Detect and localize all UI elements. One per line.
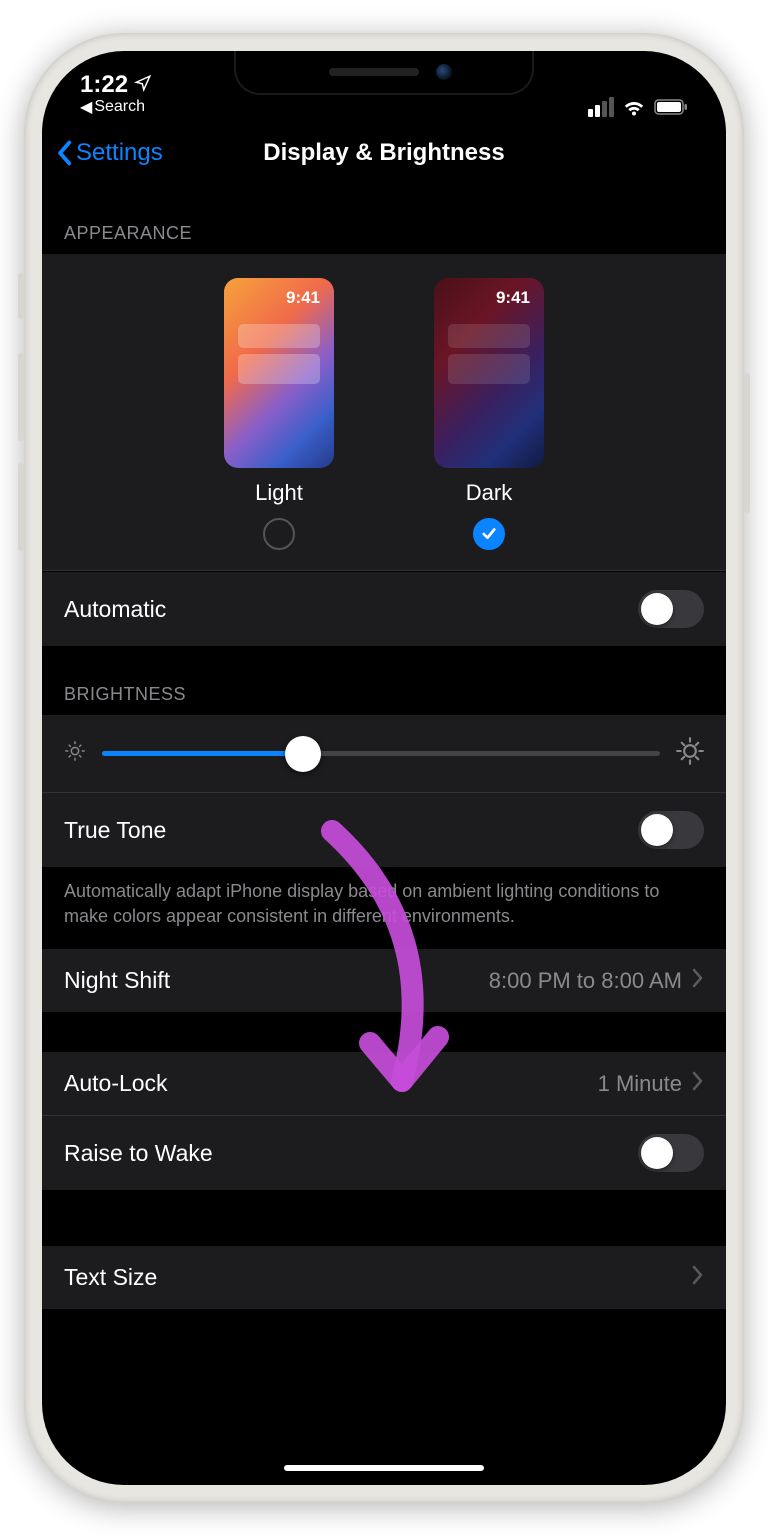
page-title: Display & Brightness [263,139,504,167]
raise-to-wake-row: Raise to Wake [42,1115,726,1190]
back-app-label: Search [94,98,145,116]
volume-down-button [18,463,24,551]
text-size-panel: Text Size [42,1246,726,1309]
nav-bar: Settings Display & Brightness [42,121,726,185]
chevron-right-icon [692,967,704,994]
true-tone-row: True Tone [42,792,726,867]
automatic-toggle[interactable] [638,590,704,628]
night-shift-value: 8:00 PM to 8:00 AM [489,968,682,994]
status-time: 1:22 [80,71,128,99]
light-preview: 9:41 [224,278,334,468]
back-to-app[interactable]: ◀ Search [80,97,145,117]
phone-frame: 1:22 ◀ Search [24,33,744,1503]
power-button [744,373,750,513]
auto-lock-value: 1 Minute [598,1071,682,1097]
appearance-row: 9:41 Light 9:41 Dark [42,254,726,571]
brightness-slider-row [42,715,726,792]
lock-panel: Auto-Lock 1 Minute Raise to Wake [42,1052,726,1190]
settings-content[interactable]: APPEARANCE 9:41 Light 9:41 [42,185,726,1309]
chevron-right-icon [692,1070,704,1097]
volume-up-button [18,353,24,441]
auto-lock-label: Auto-Lock [64,1070,168,1097]
automatic-row: Automatic [42,571,726,646]
sun-small-icon [64,740,86,767]
location-icon [134,71,152,99]
chevron-left-icon [56,140,72,166]
light-radio[interactable] [263,518,295,550]
appearance-option-dark[interactable]: 9:41 Dark [434,278,544,550]
night-shift-panel: Night Shift 8:00 PM to 8:00 AM [42,949,726,1012]
phone-screen: 1:22 ◀ Search [42,51,726,1485]
home-indicator[interactable] [284,1465,484,1471]
preview-time: 9:41 [286,288,320,308]
true-tone-label: True Tone [64,817,166,844]
notch [234,51,534,95]
nav-back-button[interactable]: Settings [56,139,163,167]
appearance-option-light[interactable]: 9:41 Light [224,278,334,550]
chevron-right-icon [692,1264,704,1291]
night-shift-row[interactable]: Night Shift 8:00 PM to 8:00 AM [42,949,726,1012]
dark-radio[interactable] [473,518,505,550]
front-camera [436,64,452,80]
cellular-icon [588,97,614,117]
silence-switch [18,273,24,319]
status-time-group: 1:22 [80,71,152,99]
night-shift-label: Night Shift [64,967,170,994]
dark-preview: 9:41 [434,278,544,468]
brightness-panel: True Tone [42,715,726,867]
brightness-header: BRIGHTNESS [42,646,726,715]
auto-lock-row[interactable]: Auto-Lock 1 Minute [42,1052,726,1115]
text-size-label: Text Size [64,1264,157,1291]
brightness-slider[interactable] [102,751,660,756]
light-label: Light [255,480,303,506]
nav-back-label: Settings [76,139,163,167]
battery-icon [654,99,688,115]
appearance-header: APPEARANCE [42,185,726,254]
sun-large-icon [676,737,704,770]
check-icon [480,525,498,543]
speaker-grille [329,68,419,76]
text-size-row[interactable]: Text Size [42,1246,726,1309]
back-caret-icon: ◀ [80,97,92,117]
dark-label: Dark [466,480,512,506]
preview-time: 9:41 [496,288,530,308]
wifi-icon [622,97,646,117]
automatic-label: Automatic [64,596,166,623]
raise-to-wake-label: Raise to Wake [64,1140,213,1167]
true-tone-footer: Automatically adapt iPhone display based… [42,867,726,949]
appearance-panel: 9:41 Light 9:41 Dark [42,254,726,646]
slider-thumb[interactable] [285,736,321,772]
raise-to-wake-toggle[interactable] [638,1134,704,1172]
slider-fill [102,751,303,756]
true-tone-toggle[interactable] [638,811,704,849]
